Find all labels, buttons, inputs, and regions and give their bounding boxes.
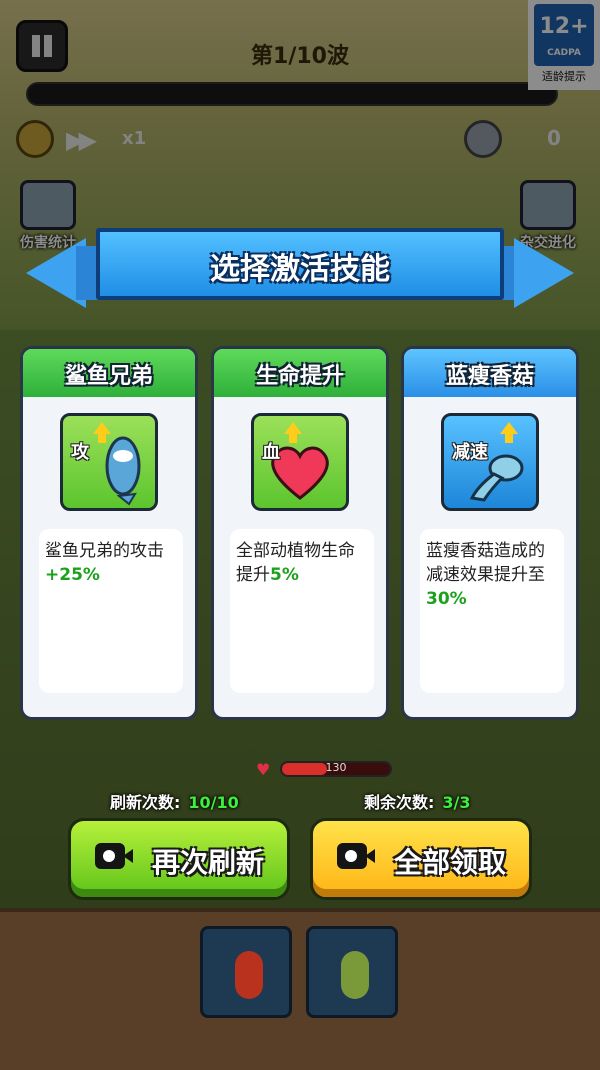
chili-pepper-icon [235,951,263,999]
plant-slot-1[interactable] [200,926,292,1018]
plant-slot-2[interactable] [306,926,398,1018]
card-header: 生命提升 [214,349,386,397]
video-camera-icon [337,843,375,869]
heart-icon: ♥ [256,760,271,779]
refresh-counter: 刷新次数: 10/10 [110,793,239,812]
video-camera-icon [95,843,133,869]
skill-description: 鲨鱼兄弟的攻击+25% [39,529,183,693]
claim-all-label: 全部领取 [393,846,506,879]
skill-card-blue-mushroom[interactable]: 蓝瘦香菇 减速 蓝瘦香菇造成的减速效果提升至30% [401,346,579,720]
refresh-again-button[interactable]: 再次刷新 [68,818,290,900]
card-header: 蓝瘦香菇 [404,349,576,397]
skill-card-life-boost[interactable]: 生命提升 血 全部动植物生命提升5% [211,346,389,720]
base-health-bar: ♥ 130 [256,758,396,780]
skill-tag: 血 [262,442,280,463]
dialog-title: 选择激活技能 [210,252,390,287]
squash-icon [341,951,369,999]
claim-all-button[interactable]: 全部领取 [310,818,532,900]
health-value: 130 [325,761,347,774]
skill-name: 生命提升 [255,364,344,389]
skill-description: 全部动植物生命提升5% [230,529,374,693]
skill-name: 蓝瘦香菇 [445,364,534,389]
card-header: 鲨鱼兄弟 [23,349,195,397]
skill-tag: 减速 [452,442,488,463]
refresh-again-label: 再次刷新 [151,846,264,879]
dialog-title-banner: 选择激活技能 [96,228,504,300]
skill-name: 鲨鱼兄弟 [64,364,153,389]
remaining-counter: 剩余次数: 3/3 [364,793,471,812]
skill-card-shark-brothers[interactable]: 鲨鱼兄弟 攻 鲨鱼兄弟的攻击+25% [20,346,198,720]
heart-icon: 血 [251,413,349,511]
skill-tag: 攻 [71,442,89,463]
seed-tray [0,908,600,1070]
mushroom-icon: 减速 [441,413,539,511]
shark-icon: 攻 [60,413,158,511]
skill-description: 蓝瘦香菇造成的减速效果提升至30% [420,529,564,693]
